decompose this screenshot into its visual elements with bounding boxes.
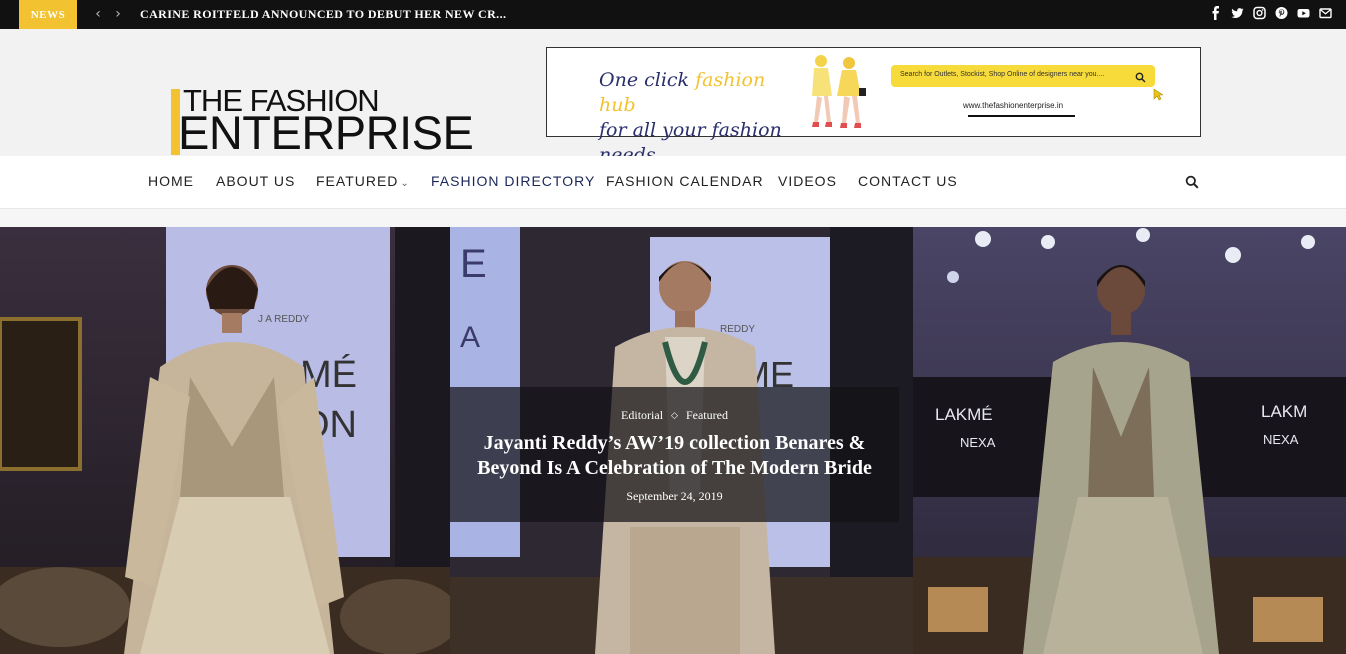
category-link-featured[interactable]: Featured xyxy=(686,408,728,422)
nav-item-fashion-directory[interactable]: FASHION DIRECTORY xyxy=(431,173,595,189)
search-icon xyxy=(1135,70,1146,83)
header-ad-banner[interactable]: One click fashion hub for all your fashi… xyxy=(546,47,1201,166)
youtube-icon[interactable] xyxy=(1297,6,1310,20)
svg-text:REDDY: REDDY xyxy=(720,324,755,335)
svg-text:LAKMÉ: LAKMÉ xyxy=(935,405,993,424)
ad-tagline: One click fashion hub for all your fashi… xyxy=(599,68,789,168)
nav-item-home[interactable]: HOME xyxy=(148,173,194,189)
nav-item-about-us[interactable]: ABOUT US xyxy=(216,173,295,189)
nav-item-fashion-calendar[interactable]: FASHION CALENDAR xyxy=(606,173,764,189)
nav-item-featured-label: FEATURED xyxy=(316,173,399,189)
svg-text:E: E xyxy=(460,242,487,286)
news-ticker-headline[interactable]: CARINE ROITFELD ANNOUNCED TO DEBUT HER N… xyxy=(140,7,506,22)
ad-search-placeholder: Search for Outlets, Stockist, Shop Onlin… xyxy=(900,71,1105,78)
search-icon[interactable] xyxy=(1185,175,1199,189)
nav-item-contact-us[interactable]: CONTACT US xyxy=(858,173,958,189)
post-title[interactable]: Jayanti Reddy’s AW’19 collection Benares… xyxy=(450,431,899,481)
svg-text:NEXA: NEXA xyxy=(1263,432,1299,447)
featured-slider[interactable]: J A REDDY MÉ ON K E A REDDY ME xyxy=(0,227,1346,654)
ad-tagline-part: One click xyxy=(599,69,696,91)
nav-item-videos[interactable]: VIDEOS xyxy=(778,173,837,189)
ticker-next-button[interactable]: › xyxy=(111,6,125,22)
post-title-line: Beyond Is A Celebration of The Modern Br… xyxy=(477,457,872,479)
svg-text:A: A xyxy=(460,321,480,354)
category-link-editorial[interactable]: Editorial xyxy=(621,408,663,422)
instagram-icon[interactable] xyxy=(1253,6,1266,20)
top-news-bar: NEWS ‹ › CARINE ROITFELD ANNOUNCED TO DE… xyxy=(0,0,1346,29)
email-icon[interactable] xyxy=(1319,6,1332,20)
hero-image-left: J A REDDY MÉ ON K xyxy=(0,227,450,654)
ad-illustration xyxy=(797,52,871,134)
chevron-right-icon: › xyxy=(115,6,121,22)
pinterest-icon[interactable] xyxy=(1275,6,1288,20)
post-date: September 24, 2019 xyxy=(626,489,723,503)
section-divider xyxy=(0,209,1346,227)
svg-text:J A REDDY: J A REDDY xyxy=(258,314,309,325)
logo-text-bottom: ENTERPRISE xyxy=(178,106,474,159)
cursor-icon xyxy=(1153,88,1164,102)
facebook-icon[interactable] xyxy=(1209,6,1222,20)
twitter-icon[interactable] xyxy=(1231,6,1244,20)
hero-image-right: LAKMÉ NEXA LAKM NEXA xyxy=(913,227,1346,654)
post-categories: Editorial ◇ Featured xyxy=(450,408,899,423)
svg-text:LAKM: LAKM xyxy=(1261,402,1307,421)
social-links xyxy=(1209,6,1332,20)
ad-url-underline xyxy=(968,115,1075,117)
chevron-left-icon: ‹ xyxy=(95,6,101,22)
ad-url: www.thefashionenterprise.in xyxy=(963,101,1064,110)
chevron-down-icon: ⌄ xyxy=(400,178,410,189)
site-header: THE FASHION ENTERPRISE One click fashion… xyxy=(0,29,1346,166)
featured-post-caption[interactable]: Editorial ◇ Featured Jayanti Reddy’s AW’19… xyxy=(450,387,899,522)
site-logo[interactable]: THE FASHION ENTERPRISE xyxy=(171,58,491,156)
ticker-prev-button[interactable]: ‹ xyxy=(91,6,105,22)
news-badge: NEWS xyxy=(19,0,77,29)
diamond-separator-icon: ◇ xyxy=(671,410,678,420)
nav-item-featured[interactable]: FEATURED ⌄ xyxy=(316,173,410,189)
main-navigation: HOME ABOUT US FEATURED ⌄ FASHION DIRECTOR… xyxy=(0,156,1346,209)
post-title-line: Jayanti Reddy’s AW’19 collection Benares… xyxy=(483,432,866,454)
ad-search-bar[interactable]: Search for Outlets, Stockist, Shop Onlin… xyxy=(891,65,1155,87)
svg-text:NEXA: NEXA xyxy=(960,435,996,450)
